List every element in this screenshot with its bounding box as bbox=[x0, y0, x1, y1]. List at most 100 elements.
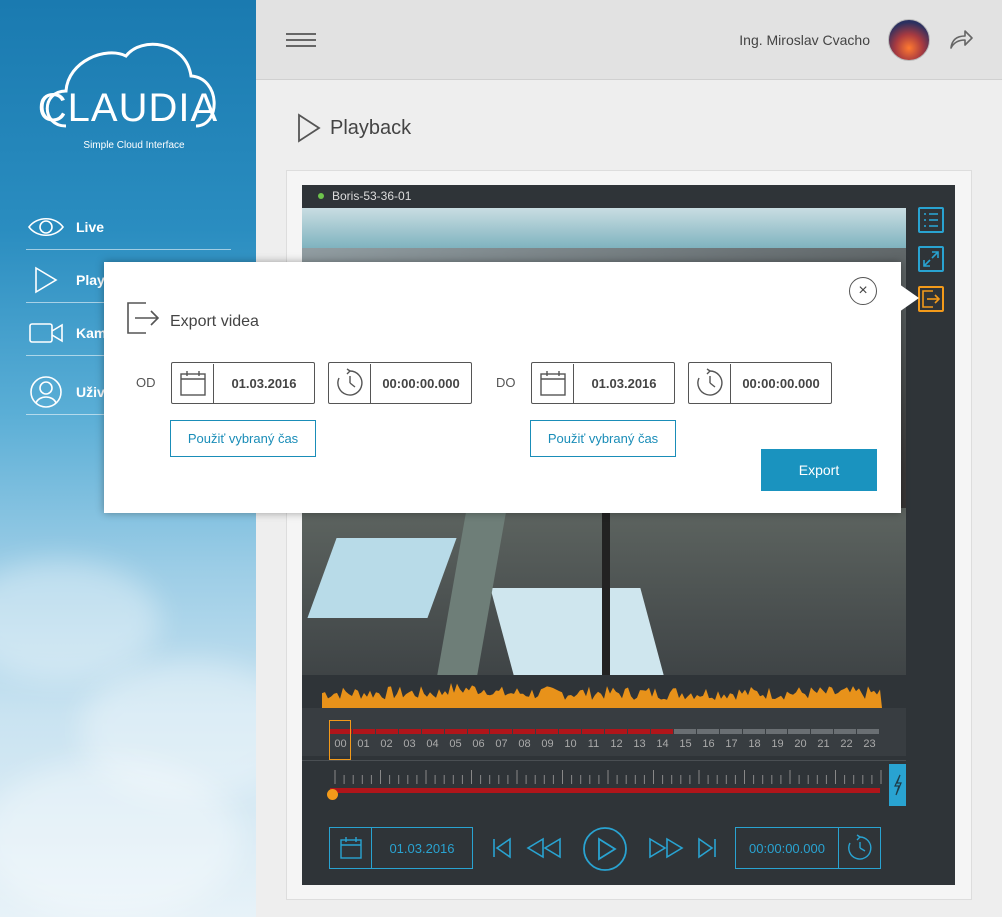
hour-segment[interactable] bbox=[696, 729, 719, 734]
playback-date-picker[interactable]: 01.03.2016 bbox=[329, 827, 473, 869]
hour-label[interactable]: 20 bbox=[789, 738, 812, 752]
use-selected-time-from-button[interactable]: Použiť vybraný čas bbox=[170, 420, 316, 457]
playback-time-picker[interactable]: 00:00:00.000 bbox=[735, 827, 881, 869]
hamburger-menu-icon[interactable] bbox=[286, 33, 316, 47]
clock-icon bbox=[689, 363, 731, 403]
waveform-path bbox=[322, 683, 882, 708]
hour-label[interactable]: 03 bbox=[398, 738, 421, 752]
play-button[interactable] bbox=[582, 826, 628, 872]
hour-label[interactable]: 09 bbox=[536, 738, 559, 752]
hour-segment[interactable] bbox=[765, 729, 788, 734]
hour-label[interactable]: 02 bbox=[375, 738, 398, 752]
use-selected-time-to-button[interactable]: Použiť vybraný čas bbox=[530, 420, 676, 457]
hour-segment[interactable] bbox=[490, 729, 513, 734]
app-logo: CLAUDIA Simple Cloud Interface bbox=[36, 36, 220, 160]
hour-segment[interactable] bbox=[788, 729, 811, 734]
fast-forward-button[interactable] bbox=[646, 833, 686, 863]
page-title-text: Playback bbox=[330, 116, 412, 139]
go-live-button[interactable] bbox=[889, 764, 906, 806]
skip-forward-icon bbox=[698, 837, 716, 859]
hour-label[interactable]: 21 bbox=[812, 738, 835, 752]
hour-label[interactable]: 10 bbox=[559, 738, 582, 752]
hour-label[interactable]: 16 bbox=[697, 738, 720, 752]
hour-segment[interactable] bbox=[834, 729, 857, 734]
logout-icon[interactable] bbox=[948, 28, 974, 52]
hour-label[interactable]: 05 bbox=[444, 738, 467, 752]
video-pole bbox=[602, 508, 610, 675]
play-icon bbox=[298, 113, 321, 143]
hour-label[interactable]: 19 bbox=[766, 738, 789, 752]
hour-label[interactable]: 04 bbox=[421, 738, 444, 752]
hour-segment[interactable] bbox=[444, 729, 467, 734]
user-icon bbox=[26, 376, 66, 408]
hour-segment[interactable] bbox=[375, 729, 398, 734]
skip-start-button[interactable] bbox=[490, 833, 514, 863]
hour-label[interactable]: 14 bbox=[651, 738, 674, 752]
hour-label[interactable]: 11 bbox=[582, 738, 605, 752]
lightning-icon bbox=[893, 774, 902, 796]
close-button[interactable]: × bbox=[849, 277, 877, 305]
hour-segment[interactable] bbox=[811, 729, 834, 734]
avatar[interactable] bbox=[888, 19, 930, 61]
hour-segment[interactable] bbox=[421, 729, 444, 734]
playback-time: 00:00:00.000 bbox=[749, 840, 825, 856]
export-button[interactable]: Export bbox=[761, 449, 877, 491]
skip-end-button[interactable] bbox=[695, 833, 719, 863]
to-date-field[interactable]: 01.03.2016 bbox=[531, 362, 675, 404]
export-icon bbox=[127, 302, 160, 334]
rewind-icon bbox=[526, 837, 561, 859]
hour-label[interactable]: 06 bbox=[467, 738, 490, 752]
hour-label[interactable]: 08 bbox=[513, 738, 536, 752]
sidebar-item-label: Kam bbox=[76, 325, 107, 341]
to-time-field[interactable]: 00:00:00.000 bbox=[688, 362, 832, 404]
from-date-value: 01.03.2016 bbox=[231, 375, 297, 391]
list-view-button[interactable] bbox=[918, 207, 944, 233]
hour-label[interactable]: 12 bbox=[605, 738, 628, 752]
rewind-button[interactable] bbox=[524, 833, 564, 863]
expand-icon bbox=[923, 251, 939, 267]
scrubber-handle[interactable] bbox=[327, 789, 338, 800]
hour-segment[interactable] bbox=[627, 729, 650, 734]
from-date-field[interactable]: 01.03.2016 bbox=[171, 362, 315, 404]
from-time-field[interactable]: 00:00:00.000 bbox=[328, 362, 472, 404]
hour-segment[interactable] bbox=[582, 729, 605, 734]
hour-segment[interactable] bbox=[536, 729, 559, 734]
hour-segment[interactable] bbox=[857, 729, 880, 734]
hour-segment[interactable] bbox=[742, 729, 765, 734]
hour-label[interactable]: 18 bbox=[743, 738, 766, 752]
sidebar-item-label: Uživ bbox=[76, 384, 105, 400]
hour-label[interactable]: 22 bbox=[835, 738, 858, 752]
clock-icon bbox=[838, 828, 880, 868]
page-title: Playback bbox=[296, 113, 411, 143]
hour-segment[interactable] bbox=[650, 729, 673, 734]
hour-segment[interactable] bbox=[673, 729, 696, 734]
sidebar-item-label: Live bbox=[76, 219, 105, 235]
hour-segment[interactable] bbox=[467, 729, 490, 734]
hour-segment[interactable] bbox=[513, 729, 536, 734]
hour-segment[interactable] bbox=[719, 729, 742, 734]
from-time-value: 00:00:00.000 bbox=[382, 375, 460, 391]
skip-back-icon bbox=[493, 837, 511, 859]
hour-segment[interactable] bbox=[398, 729, 421, 734]
activity-waveform bbox=[322, 683, 882, 708]
hour-label[interactable]: 23 bbox=[858, 738, 881, 752]
eye-icon bbox=[26, 212, 66, 242]
selected-hour-marker[interactable] bbox=[329, 720, 351, 760]
hour-label[interactable]: 07 bbox=[490, 738, 513, 752]
scrubber-track[interactable] bbox=[330, 788, 880, 793]
hour-segment[interactable] bbox=[605, 729, 627, 734]
logo-text: CLAUDIA bbox=[37, 86, 219, 130]
status-dot bbox=[318, 193, 324, 199]
hour-label[interactable]: 15 bbox=[674, 738, 697, 752]
dialog-title-text: Export videa bbox=[170, 313, 259, 330]
export-video-button[interactable] bbox=[918, 286, 944, 312]
hour-segment[interactable] bbox=[559, 729, 582, 734]
hour-segment[interactable] bbox=[352, 729, 375, 734]
hour-label[interactable]: 01 bbox=[352, 738, 375, 752]
hour-label[interactable]: 17 bbox=[720, 738, 743, 752]
hour-label[interactable]: 13 bbox=[628, 738, 651, 752]
sidebar-item-live[interactable]: Live bbox=[26, 205, 231, 250]
clock-icon bbox=[329, 363, 371, 403]
top-header: Ing. Miroslav Cvacho bbox=[256, 0, 1002, 80]
fullscreen-button[interactable] bbox=[918, 246, 944, 272]
